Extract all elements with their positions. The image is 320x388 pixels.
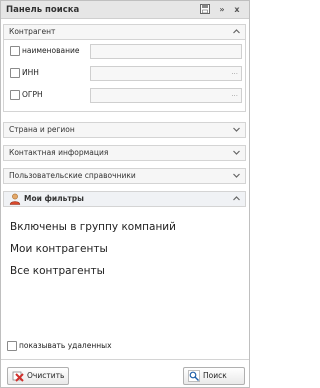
panel-titlebar: Панель поиска » x [1, 1, 249, 19]
section-label: Контрагент [9, 27, 56, 36]
clear-button-label: Очистить [27, 371, 65, 380]
filter-item[interactable]: Включены в группу компаний [10, 221, 176, 233]
footer-divider [1, 359, 249, 360]
save-icon[interactable] [199, 4, 211, 15]
name-checkbox[interactable] [10, 46, 20, 56]
inn-picker-button[interactable]: ... [231, 68, 238, 76]
section-header-my-filters[interactable]: Мои фильтры [3, 191, 246, 207]
contractor-fields: наименование ИНН ... ОГРН ... [3, 40, 246, 112]
name-input[interactable] [90, 44, 242, 59]
inn-input[interactable]: ... [90, 66, 242, 81]
section-header-contractor[interactable]: Контрагент [3, 24, 246, 40]
panel-title: Панель поиска [6, 5, 80, 15]
section-label: Пользовательские справочники [9, 171, 136, 180]
search-button[interactable]: Поиск [183, 367, 245, 385]
search-panel: Панель поиска » x Контрагент наименовани… [0, 0, 250, 388]
inn-checkbox[interactable] [10, 68, 20, 78]
chevron-down-icon [233, 173, 240, 178]
search-button-label: Поиск [203, 371, 227, 380]
overflow-button[interactable]: » [216, 4, 228, 15]
section-header-country-region[interactable]: Страна и регион [3, 122, 246, 138]
clear-button[interactable]: Очистить [7, 367, 69, 385]
close-button[interactable]: x [231, 4, 243, 15]
section-header-user-directories[interactable]: Пользовательские справочники [3, 168, 246, 184]
ogrn-checkbox[interactable] [10, 90, 20, 100]
clear-icon [12, 371, 24, 382]
chevron-down-icon [233, 127, 240, 132]
section-label: Страна и регион [9, 125, 75, 134]
filter-item[interactable]: Мои контрагенты [10, 243, 108, 255]
section-header-contact-info[interactable]: Контактная информация [3, 145, 246, 161]
user-icon [9, 193, 21, 205]
field-label: ОГРН [22, 90, 43, 99]
chevron-down-icon [233, 150, 240, 155]
ogrn-picker-button[interactable]: ... [231, 90, 238, 98]
section-label: Контактная информация [9, 148, 109, 157]
chevron-up-icon [233, 29, 240, 34]
filter-item[interactable]: Все контрагенты [10, 265, 105, 277]
field-label: ИНН [22, 68, 39, 77]
ogrn-input[interactable]: ... [90, 88, 242, 103]
show-deleted-checkbox[interactable] [7, 341, 17, 351]
section-label: Мои фильтры [24, 194, 84, 203]
chevron-up-icon [233, 196, 240, 201]
show-deleted-label: показывать удаленных [19, 341, 112, 350]
search-icon [188, 370, 200, 382]
field-label: наименование [22, 46, 80, 55]
